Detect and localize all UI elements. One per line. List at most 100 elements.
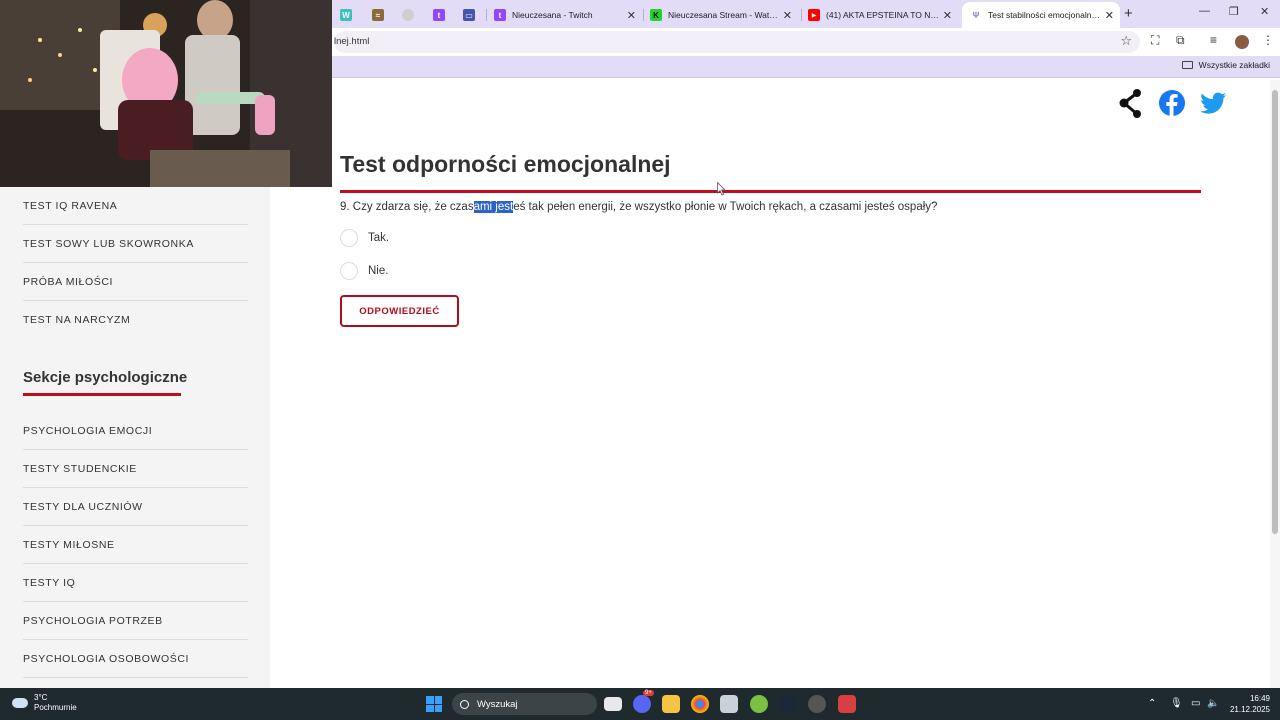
new-tab-button[interactable]: + [1124,5,1133,22]
tab-youtube[interactable]: ▶ (41) AKTA EPSTEINA TO NIEŚMI ✕ [808,4,958,26]
tab-active-test[interactable]: Ψ Test stabilności emocjonalnej (k ✕ [962,2,1120,28]
extensions-icon[interactable]: ⧉ [1176,33,1185,48]
heading-underline [23,393,181,396]
title-underline [340,190,1201,193]
webcam-image [0,0,332,187]
question-text: 9. Czy zdarza się, że czasami jesteś tak… [340,201,937,213]
trophy-icon: Ψ [972,10,980,20]
close-icon[interactable]: ✕ [943,9,952,22]
tab-pinned-1[interactable]: W [340,4,354,26]
task-view-icon[interactable] [604,697,622,711]
close-icon[interactable]: ✕ [783,9,792,22]
sidebar-item-label: TESTY STUDENCKIE [23,462,137,475]
avatar[interactable] [1235,35,1249,49]
sidebar-item-proba-milosci[interactable]: PRÓBA MIŁOŚCI [23,263,248,301]
obs-icon[interactable] [808,695,826,713]
sidebar-item-psychologia-osobowosci[interactable]: PSYCHOLOGIA OSOBOWOŚCI [23,640,248,678]
clock[interactable]: 16:49 21.12.2025 [1226,693,1270,715]
scrollbar-thumb[interactable] [1272,90,1278,534]
question-suffix: eś tak pełen energii, że wszystko płonie… [513,201,938,213]
temperature: 3°C [34,693,48,702]
tab-kick[interactable]: K Nieuczesana Stream - Watch Li ✕ [650,4,798,26]
chrome-icon[interactable] [691,695,709,713]
app-icon[interactable] [838,695,856,713]
twitter-icon[interactable] [1201,92,1227,114]
circle-icon [402,9,414,21]
bookmark-star-icon[interactable]: ☆ [1120,33,1132,49]
tab-pinned-5[interactable]: ▭ [463,4,477,26]
window-close-button[interactable]: ✕ [1260,5,1269,18]
close-icon[interactable]: ✕ [1105,9,1114,22]
sidebar-item-label: TEST NA NARCYZM [23,314,131,326]
sidebar-item-label: TESTY IQ [23,576,76,589]
option-nie[interactable]: Nie. [340,262,388,280]
search-placeholder: Wyszukaj [477,698,518,710]
url-text[interactable]: lnej.html [334,36,369,47]
app-icon[interactable] [720,695,738,713]
app-icon: ≈ [372,9,384,21]
network-icon[interactable]: ▭ [1191,698,1200,709]
share-icon[interactable] [1118,88,1144,120]
answer-button[interactable]: ODPOWIEDZIEĆ [340,295,459,327]
tab-pinned-3[interactable] [402,4,416,26]
tab-pinned-4[interactable]: t [433,4,447,26]
radio-nie[interactable] [340,262,358,280]
menu-icon[interactable]: ⋮ [1262,33,1274,47]
restore-button[interactable]: ❐ [1229,5,1239,18]
rect-icon: ▭ [463,9,475,21]
time: 16:49 [1249,694,1270,703]
nvidia-icon[interactable] [750,695,768,713]
tab-label: Nieuczesana Stream - Watch Li [668,10,780,20]
facebook-icon[interactable] [1158,89,1186,117]
radio-tak[interactable] [340,229,358,247]
sidebar-item-label: PSYCHOLOGIA OSOBOWOŚCI [23,652,190,665]
media-icon[interactable]: ≡ [1210,33,1217,47]
page-title: Test odporności emocjonalnej [340,151,671,177]
sidebar-item-testy-milosne[interactable]: TESTY MIŁOSNE [23,526,248,564]
weather-widget[interactable]: 3°C Pochmurnie [12,693,77,713]
question-prefix: 9. Czy zdarza się, że czas [340,201,474,213]
twitch-icon: t [494,9,506,21]
all-bookmarks-button[interactable]: Wszystkie zakładki [1181,60,1270,70]
discord-icon[interactable]: 9+ [633,690,654,713]
sidebar-item-psychologia-emocji[interactable]: PSYCHOLOGIA EMOCJI [23,412,248,450]
tab-pinned-2[interactable]: ≈ [372,4,386,26]
sidebar-item-testy-studenckie[interactable]: TESTY STUDENCKIE [23,450,248,488]
sidebar-item-label: TESTY MIŁOSNE [23,538,115,551]
sidebar-item-psychologia-potrzeb[interactable]: PSYCHOLOGIA POTRZEB [23,602,248,640]
sidebar-section-heading: Sekcje psychologiczne [23,369,188,386]
close-icon[interactable]: ✕ [627,9,636,22]
search-icon [460,699,469,709]
question-selection: ami jest [473,201,514,213]
option-tak[interactable]: Tak. [340,229,389,247]
sidebar-item-label: PSYCHOLOGIA EMOCJI [23,424,153,437]
steam-icon[interactable] [779,695,797,713]
screenshot-icon[interactable]: ⛶ [1151,33,1159,48]
sidebar-item-test-sowy[interactable]: TEST SOWY LUB SKOWRONKA [23,225,248,263]
kick-icon: K [650,9,662,21]
notification-badge: 9+ [643,690,654,696]
cloud-icon [12,698,28,708]
sidebar-item-label: PRÓBA MIŁOŚCI [23,275,114,288]
file-explorer-icon[interactable] [662,695,680,713]
chevron-up-icon[interactable]: ⌃ [1148,698,1156,709]
windows-start-icon[interactable] [426,696,442,712]
omnibox[interactable]: lnej.html ☆ [334,31,1140,53]
webcam-overlay [0,0,332,187]
sidebar-item-test-iq-ravena[interactable]: TEST IQ RAVENA [23,187,248,225]
twitch-icon: t [433,9,445,21]
volume-icon[interactable]: 🔈 [1207,698,1219,709]
sidebar-item-label: TEST SOWY LUB SKOWRONKA [23,237,194,250]
weather-description: Pochmurnie [34,703,77,712]
sidebar-item-testy-dla-uczniow[interactable]: TESTY DLA UCZNIÓW [23,488,248,526]
sidebar-item-test-narcyzm[interactable]: TEST NA NARCYZM [23,301,248,339]
taskbar: 3°C Pochmurnie Wyszukaj 9+ ⌃ 🎙 ▭ 🔈 16:49… [0,688,1280,720]
microphone-icon[interactable]: 🎙 [1170,698,1183,709]
scrollbar[interactable] [1270,80,1280,688]
taskbar-search[interactable]: Wyszukaj [452,693,597,715]
tab-label: Test stabilności emocjonalnej (k [988,10,1100,20]
folder-icon [1181,61,1193,69]
minimize-button[interactable]: — [1199,5,1210,17]
tab-twitch[interactable]: t Nieuczesana - Twitch ✕ [494,4,642,26]
sidebar-item-testy-iq[interactable]: TESTY IQ [23,564,248,602]
